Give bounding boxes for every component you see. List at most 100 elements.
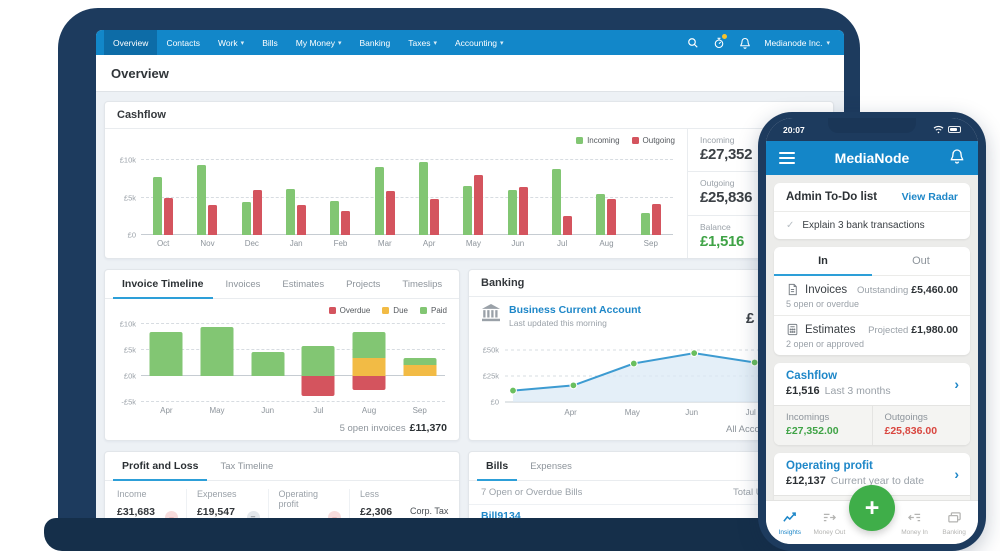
todo-item[interactable]: ✓ Explain 3 bank transactions xyxy=(774,212,970,239)
search-icon[interactable] xyxy=(686,36,699,49)
tab-invoices[interactable]: Invoices xyxy=(215,270,272,298)
tab-accounting[interactable]: Accounting▾ xyxy=(446,30,513,55)
data-point xyxy=(630,360,637,367)
tab-overview[interactable]: Overview xyxy=(104,30,157,55)
tab-tax-timeline[interactable]: Tax Timeline xyxy=(209,452,284,480)
tab-profit-and-loss[interactable]: Profit and Loss xyxy=(111,452,209,480)
data-point xyxy=(691,350,698,357)
cashflow-chart: IncomingOutgoing £10k £5k £0 OctNovDecJa… xyxy=(105,129,687,258)
invoice-month-labels: AprMayJunJulAugSep xyxy=(141,406,445,415)
add-button[interactable]: + xyxy=(849,485,895,531)
cashflow-bars xyxy=(141,155,673,235)
phone-nav-money-in[interactable]: Money In xyxy=(895,510,935,536)
x-tick: Nov xyxy=(185,239,229,248)
corp-tax-value: £2,306 xyxy=(360,506,402,518)
phone-bell-icon[interactable] xyxy=(949,148,965,169)
legend-swatch xyxy=(382,307,389,314)
cashflow-card-head[interactable]: Cashflow £1,516Last 3 months › xyxy=(774,363,970,405)
tab-projects[interactable]: Projects xyxy=(335,270,391,298)
tab-estimates[interactable]: Estimates xyxy=(271,270,335,298)
estimates-label: Estimates xyxy=(805,324,856,336)
stacked-bar-sep xyxy=(394,324,445,402)
phone-app-title: MediaNode xyxy=(795,150,949,166)
estimates-row[interactable]: Estimates Projected£1,980.00 2 open or a… xyxy=(774,315,970,355)
nav-tabs: OverviewContactsWork▾BillsMy Money▾Banki… xyxy=(104,30,513,55)
phone-nav-label: Money In xyxy=(901,529,928,536)
top-navbar: OverviewContactsWork▾BillsMy Money▾Banki… xyxy=(96,30,844,55)
phone-nav-insights[interactable]: Insights xyxy=(770,510,810,536)
outstanding-label: Outstanding xyxy=(857,285,908,296)
tab-timeslips[interactable]: Timeslips xyxy=(391,270,453,298)
cashflow-panel: Cashflow IncomingOutgoing £10k £5k £0 Oc… xyxy=(104,101,834,259)
cashflow-plot: £10k £5k £0 xyxy=(141,155,673,235)
income-label: Income xyxy=(117,489,155,499)
legend-swatch xyxy=(632,137,639,144)
company-menu[interactable]: Medianode Inc. ▾ xyxy=(764,38,830,48)
bar-group-jun xyxy=(496,155,540,235)
tab-bills[interactable]: Bills xyxy=(475,452,519,480)
phone-screen: 20:07 MediaNode Admin To-Do list xyxy=(766,118,978,544)
bank-account-link[interactable]: Business Current Account xyxy=(509,304,641,316)
tab-contacts[interactable]: Contacts xyxy=(157,30,209,55)
outgoing-bar xyxy=(519,187,528,235)
tab-out[interactable]: Out xyxy=(872,247,970,275)
insights-icon xyxy=(782,510,797,527)
tab-banking[interactable]: Banking xyxy=(351,30,400,55)
tab-expenses[interactable]: Expenses xyxy=(519,452,583,480)
cashflow-month-labels: OctNovDecJanFebMarAprMayJunJulAugSep xyxy=(141,239,673,248)
legend-paid: Paid xyxy=(420,306,447,315)
operating-profit-value: £12,137 xyxy=(786,475,826,487)
todo-card: Admin To-Do list View Radar ✓ Explain 3 … xyxy=(774,183,970,239)
invoice-panel-tabs: Invoice TimelineInvoicesEstimatesProject… xyxy=(105,270,459,299)
timer-icon[interactable] xyxy=(712,36,725,49)
laptop-screen: OverviewContactsWork▾BillsMy Money▾Banki… xyxy=(96,30,844,524)
tab-work[interactable]: Work▾ xyxy=(209,30,253,55)
outgoings-value: £25,836.00 xyxy=(885,425,959,437)
outgoing-bar xyxy=(607,199,616,235)
operating-profit-title[interactable]: Operating profit xyxy=(786,460,958,472)
phone-nav-label: Insights xyxy=(779,529,801,536)
tab-in[interactable]: In xyxy=(774,247,872,275)
outgoing-bar xyxy=(208,205,217,235)
bar-group-jan xyxy=(274,155,318,235)
tab-invoice-timeline[interactable]: Invoice Timeline xyxy=(111,270,215,298)
screenshot-stage: OverviewContactsWork▾BillsMy Money▾Banki… xyxy=(0,0,1000,551)
x-tick: Aug xyxy=(584,239,628,248)
tab-my-money[interactable]: My Money▾ xyxy=(287,30,351,55)
menu-icon[interactable] xyxy=(779,152,795,164)
projected-value: £1,980.00 xyxy=(911,324,958,336)
invoice-plot: £10k £5k £0k -£5k xyxy=(141,324,445,402)
tab-bills[interactable]: Bills xyxy=(253,30,287,55)
tab-taxes[interactable]: Taxes▾ xyxy=(399,30,446,55)
view-radar-link[interactable]: View Radar xyxy=(902,191,958,203)
invoice-footer: 5 open invoices£11,370 xyxy=(340,422,447,434)
y-tick: -£5k xyxy=(121,398,136,407)
bell-icon[interactable] xyxy=(738,36,751,49)
chevron-right-icon[interactable]: › xyxy=(954,466,959,482)
chevron-right-icon[interactable]: › xyxy=(954,376,959,392)
in-out-card: InOut Invoices Outstanding£5,460.00 5 op… xyxy=(774,247,970,355)
profit-loss-panel: Profit and LossTax Timeline Income £31,6… xyxy=(104,451,460,524)
cashflow-panel-title: Cashflow xyxy=(105,102,833,129)
todo-title: Admin To-Do list xyxy=(786,191,877,203)
cashflow-card-title[interactable]: Cashflow xyxy=(786,370,958,382)
outgoing-bar xyxy=(297,205,306,235)
phone-nav-money-out[interactable]: Money Out xyxy=(810,510,850,536)
legend-due: Due xyxy=(382,306,408,315)
invoice-legend: OverdueDuePaid xyxy=(329,306,447,315)
phone-nav-banking[interactable]: Banking xyxy=(934,510,974,536)
outstanding-value: £5,460.00 xyxy=(911,284,958,296)
phone-header: MediaNode xyxy=(766,141,978,175)
stacked-bar-jun xyxy=(242,324,293,402)
stacked-bar-jul xyxy=(293,324,344,402)
legend-swatch xyxy=(329,307,336,314)
due-segment xyxy=(353,358,386,376)
y-tick: £0 xyxy=(491,398,499,407)
bar-group-apr xyxy=(407,155,451,235)
x-tick: Jun xyxy=(685,408,698,417)
invoice-icon xyxy=(786,283,799,296)
laptop-base xyxy=(44,518,876,551)
invoices-row[interactable]: Invoices Outstanding£5,460.00 5 open or … xyxy=(774,276,970,315)
incoming-bar xyxy=(242,202,251,235)
phone-frame: 20:07 MediaNode Admin To-Do list xyxy=(758,112,986,551)
